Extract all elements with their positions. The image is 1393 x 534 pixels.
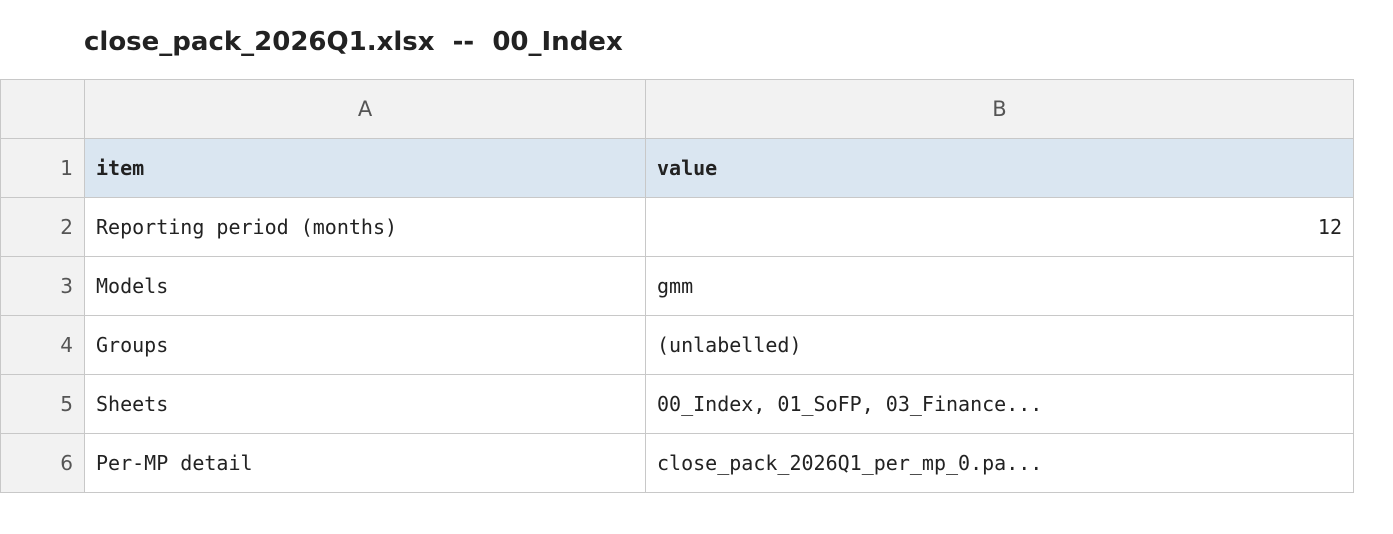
cell-a2[interactable]: Reporting period (months)	[84, 197, 646, 257]
file-name: close_pack_2026Q1.xlsx	[84, 27, 435, 57]
row-header-6[interactable]: 6	[0, 433, 85, 493]
cell-a6[interactable]: Per-MP detail	[84, 433, 646, 493]
cell-b2[interactable]: 12	[645, 197, 1354, 257]
title-separator: --	[434, 27, 493, 57]
cell-b1[interactable]: value	[645, 138, 1354, 198]
column-header-row: A B	[0, 79, 1354, 139]
cell-b3[interactable]: gmm	[645, 256, 1354, 316]
sheet-name: 00_Index	[492, 27, 623, 57]
table-row: 1 item value	[0, 138, 1354, 198]
cell-a5[interactable]: Sheets	[84, 374, 646, 434]
row-header-3[interactable]: 3	[0, 256, 85, 316]
row-header-2[interactable]: 2	[0, 197, 85, 257]
row-header-5[interactable]: 5	[0, 374, 85, 434]
cell-a4[interactable]: Groups	[84, 315, 646, 375]
row-header-1[interactable]: 1	[0, 138, 85, 198]
cell-a1[interactable]: item	[84, 138, 646, 198]
cell-a3[interactable]: Models	[84, 256, 646, 316]
cell-b6[interactable]: close_pack_2026Q1_per_mp_0.pa...	[645, 433, 1354, 493]
column-header-a[interactable]: A	[84, 79, 646, 139]
column-header-b[interactable]: B	[645, 79, 1354, 139]
cell-b5[interactable]: 00_Index, 01_SoFP, 03_Finance...	[645, 374, 1354, 434]
row-header-4[interactable]: 4	[0, 315, 85, 375]
select-all-corner[interactable]	[0, 79, 85, 139]
cell-b4[interactable]: (unlabelled)	[645, 315, 1354, 375]
table-row: 2 Reporting period (months) 12	[0, 197, 1354, 257]
table-row: 6 Per-MP detail close_pack_2026Q1_per_mp…	[0, 433, 1354, 493]
table-row: 4 Groups (unlabelled)	[0, 315, 1354, 375]
sheet-title: close_pack_2026Q1.xlsx -- 00_Index	[84, 24, 623, 60]
spreadsheet-grid: A B 1 item value 2 Reporting period (mon…	[0, 79, 1354, 493]
table-row: 3 Models gmm	[0, 256, 1354, 316]
table-row: 5 Sheets 00_Index, 01_SoFP, 03_Finance..…	[0, 374, 1354, 434]
